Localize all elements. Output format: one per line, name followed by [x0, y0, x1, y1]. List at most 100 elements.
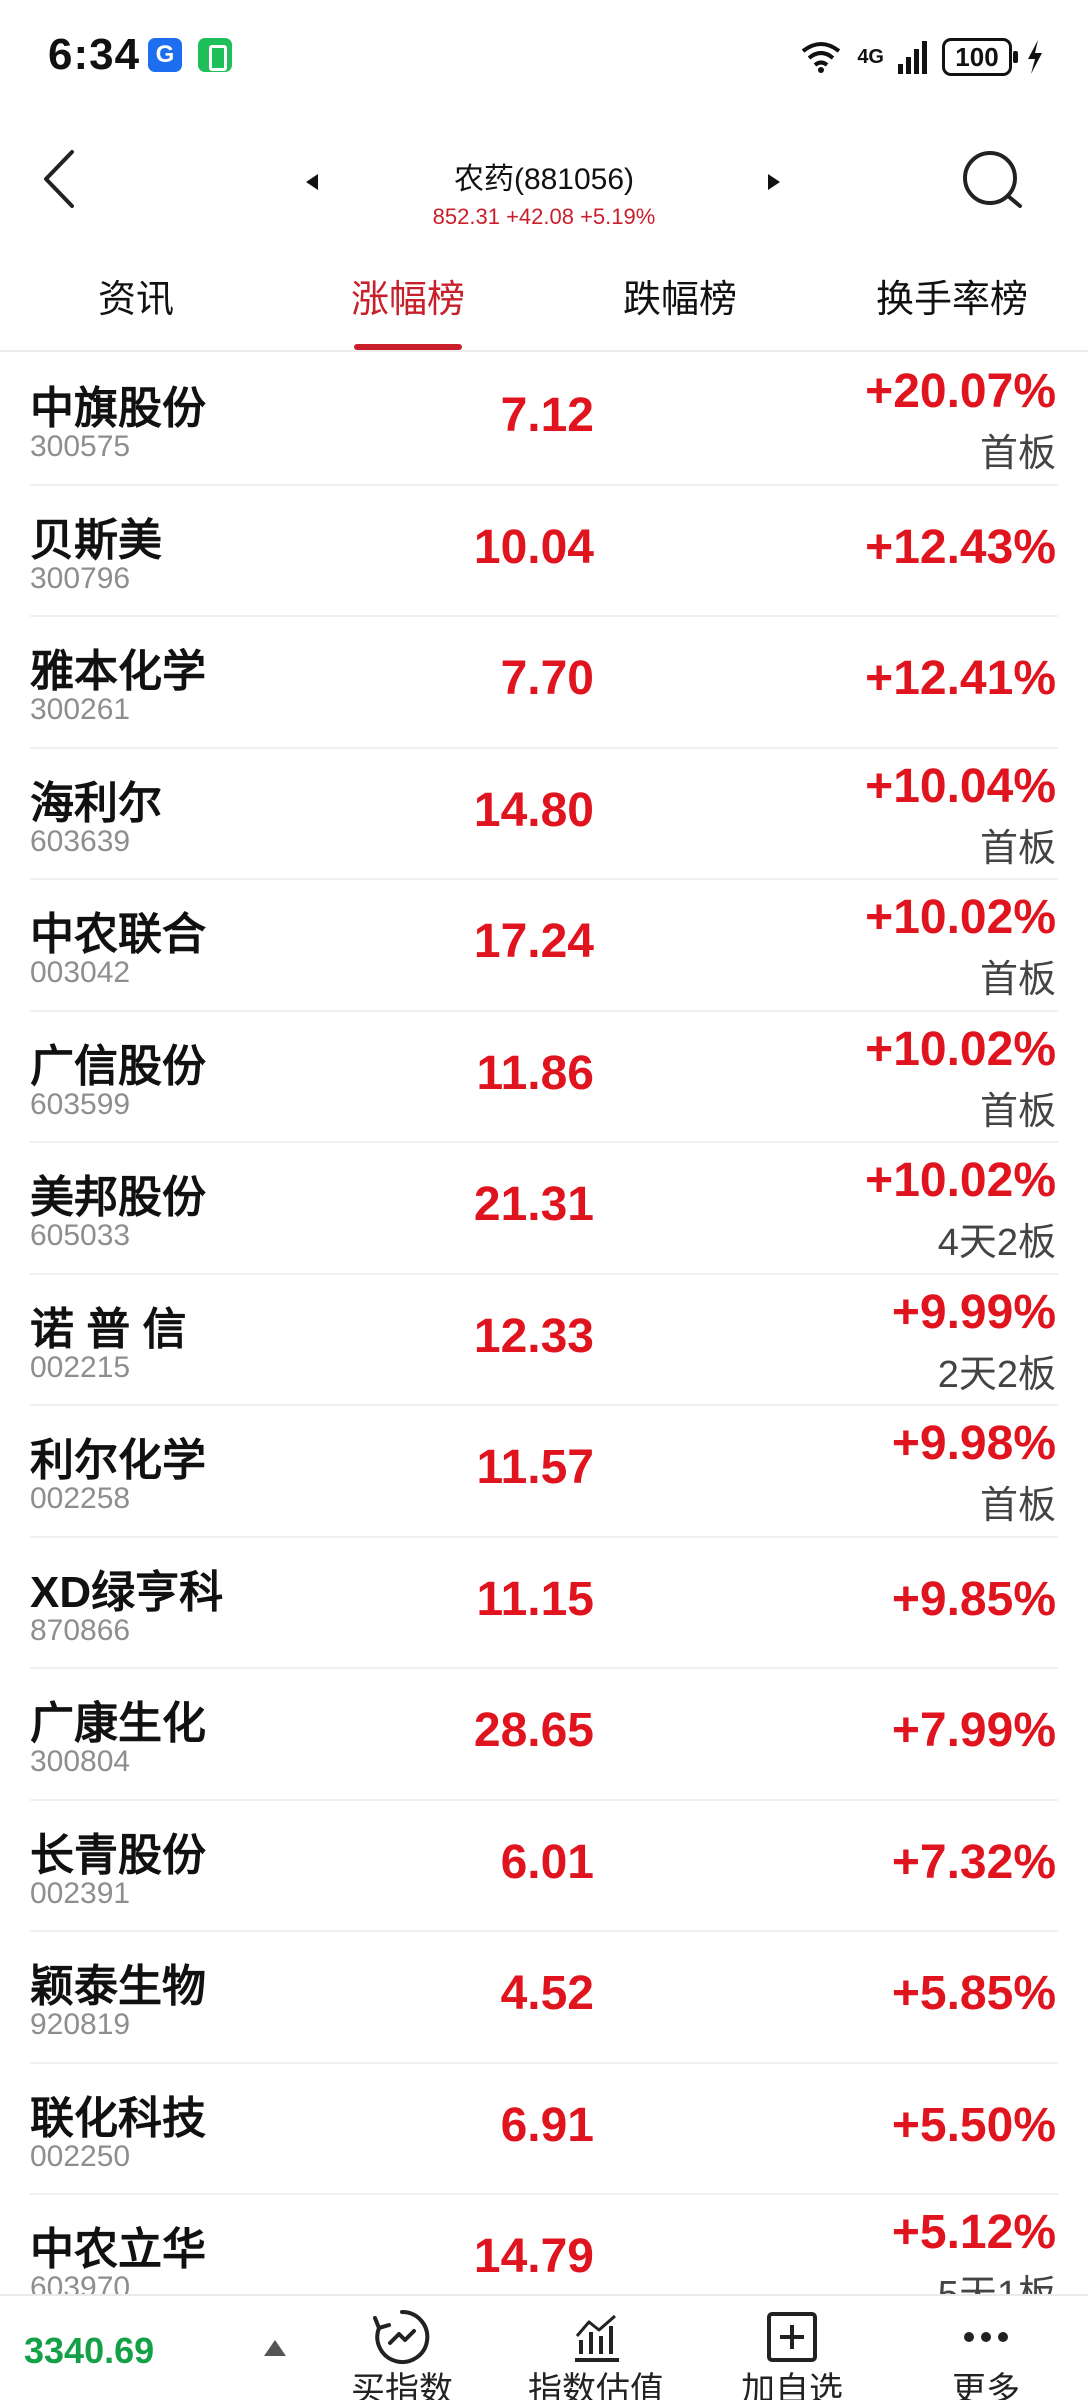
wifi-icon	[802, 42, 841, 73]
stock-price: 12.33	[473, 1309, 594, 1363]
stock-code: 300261	[30, 693, 131, 726]
stock-name: 诺 普 信	[30, 1304, 187, 1354]
stock-row[interactable]: 美邦股份 605033 21.31 +10.02% 4天2板	[0, 1143, 1088, 1275]
stock-price: 10.04	[473, 520, 594, 574]
stock-price: 21.31	[473, 1178, 594, 1231]
battery-icon: 100	[942, 38, 1018, 76]
expand-up-icon[interactable]	[262, 2338, 288, 2358]
buy-index-button[interactable]: 买指数	[322, 2306, 482, 2400]
stock-code: 300575	[30, 430, 131, 463]
stock-change: +5.85%	[891, 1967, 1056, 2020]
limit-up-tag: 首板	[979, 1485, 1056, 1527]
tab-top-gainers[interactable]: 涨幅榜	[272, 248, 544, 350]
stock-price: 11.86	[476, 1046, 594, 1100]
status-time: 6:34	[48, 30, 141, 79]
limit-up-tag: 2天2板	[937, 1353, 1056, 1396]
bottom-toolbar: 3340.69 买指数 指数估值 加自选 更多	[0, 2294, 1088, 2400]
limit-up-tag: 首板	[979, 959, 1056, 1001]
stock-name: 中农联合	[30, 910, 206, 959]
stock-change: +5.50%	[891, 2098, 1056, 2152]
stock-change: +9.85%	[891, 1572, 1056, 1626]
tab-turnover-rate[interactable]: 换手率榜	[816, 248, 1088, 350]
stock-name: 美邦股份	[30, 1173, 206, 1222]
limit-up-tag: 首板	[979, 827, 1056, 870]
stock-row[interactable]: 联化科技 002250 6.91 +5.50%	[0, 2064, 1088, 2196]
index-valuation-label: 指数估值	[528, 2371, 664, 2400]
stock-code: 603599	[30, 1087, 131, 1121]
stock-code: 920819	[30, 2008, 131, 2041]
stock-name: 广康生化	[30, 1699, 206, 1748]
stock-code: 002250	[30, 2139, 131, 2173]
plus-square-icon	[767, 2312, 817, 2362]
index-quote: 852.31 +42.08 +5.19%	[432, 204, 656, 229]
more-label: 更多	[952, 2371, 1020, 2400]
limit-up-tag: 5天1板	[938, 2263, 1056, 2294]
wechat-notification-icon	[198, 38, 232, 72]
network-type: 4G	[857, 45, 884, 68]
market-index-value[interactable]: 3340.69	[24, 2330, 154, 2372]
stock-row[interactable]: 中农立华 603970 14.79 +5.12% 5天1板	[0, 2195, 1088, 2294]
more-dots-icon	[964, 2332, 1008, 2342]
add-watchlist-label: 加自选	[741, 2371, 843, 2400]
stock-change: +5.12%	[891, 2206, 1056, 2259]
charging-icon	[1028, 40, 1042, 74]
buy-index-icon	[373, 2309, 430, 2364]
index-valuation-button[interactable]: 指数估值	[516, 2306, 676, 2400]
tab-bar: 资讯 涨幅榜 跌幅榜 换手率榜	[0, 248, 1088, 352]
stock-row[interactable]: 海利尔 603639 14.80 +10.04% 首板	[0, 749, 1088, 881]
stock-price: 14.80	[473, 783, 594, 837]
stock-price: 11.15	[476, 1572, 594, 1626]
stock-code: 002391	[30, 1876, 131, 1910]
stock-change: +10.02%	[865, 1022, 1056, 1076]
stock-name: 中旗股份	[30, 384, 206, 433]
stock-change: +10.02%	[865, 891, 1056, 944]
stock-code: 300804	[30, 1745, 131, 1778]
stock-row[interactable]: 颖泰生物 920819 4.52 +5.85%	[0, 1932, 1088, 2064]
stock-change: +12.43%	[865, 520, 1056, 574]
stock-price: 28.65	[473, 1704, 594, 1757]
stock-row[interactable]: 中旗股份 300575 7.12 +20.07% 首板	[0, 354, 1088, 486]
buy-index-label: 买指数	[351, 2371, 453, 2400]
stock-code: 300796	[30, 561, 131, 595]
page-header: 农药(881056) 852.31 +42.08 +5.19%	[0, 118, 1088, 248]
stock-row[interactable]: 诺 普 信 002215 12.33 +9.99% 2天2板	[0, 1275, 1088, 1407]
stock-code: 002215	[30, 1350, 131, 1384]
stock-row[interactable]: 广信股份 603599 11.86 +10.02% 首板	[0, 1012, 1088, 1144]
search-icon[interactable]	[960, 148, 1026, 214]
tab-news[interactable]: 资讯	[0, 248, 272, 350]
stock-price: 4.52	[500, 1967, 594, 2020]
more-button[interactable]: 更多	[906, 2306, 1066, 2400]
stock-row[interactable]: 雅本化学 300261 7.70 +12.41%	[0, 617, 1088, 749]
stock-name: 长青股份	[30, 1830, 206, 1880]
stock-change: +10.02%	[865, 1154, 1056, 1207]
stock-code: 870866	[30, 1613, 131, 1647]
stock-change: +7.32%	[891, 1835, 1056, 1889]
stock-code: 603970	[30, 2271, 131, 2294]
chart-bar-icon	[575, 2314, 619, 2362]
stock-price: 7.12	[500, 389, 594, 442]
page-title: 农药(881056)	[453, 163, 635, 196]
stock-change: +7.99%	[891, 1704, 1056, 1757]
stock-name: XD绿亨科	[30, 1567, 224, 1617]
stock-row[interactable]: XD绿亨科 870866 11.15 +9.85%	[0, 1538, 1088, 1670]
add-watchlist-button[interactable]: 加自选	[712, 2306, 872, 2400]
tab-top-losers[interactable]: 跌幅榜	[544, 248, 816, 350]
stock-row[interactable]: 广康生化 300804 28.65 +7.99%	[0, 1669, 1088, 1801]
stock-name: 利尔化学	[30, 1436, 206, 1485]
stock-row[interactable]: 长青股份 002391 6.01 +7.32%	[0, 1801, 1088, 1933]
stock-price: 11.57	[476, 1441, 594, 1494]
limit-up-tag: 首板	[979, 1090, 1056, 1133]
stock-code: 605033	[30, 1219, 131, 1252]
stock-price: 17.24	[473, 915, 594, 968]
stock-price: 6.01	[500, 1835, 594, 1889]
stock-row[interactable]: 中农联合 003042 17.24 +10.02% 首板	[0, 880, 1088, 1012]
signal-icon	[898, 41, 927, 74]
next-index-icon[interactable]	[762, 170, 786, 194]
stock-name: 雅本化学	[30, 647, 206, 696]
status-bar: 6:34 G 4G 100	[0, 0, 1088, 118]
stock-code: 003042	[30, 956, 131, 989]
stock-change: +10.04%	[865, 759, 1056, 813]
stock-row[interactable]: 利尔化学 002258 11.57 +9.98% 首板	[0, 1406, 1088, 1538]
stock-price: 14.79	[473, 2230, 594, 2283]
stock-row[interactable]: 贝斯美 300796 10.04 +12.43%	[0, 486, 1088, 618]
